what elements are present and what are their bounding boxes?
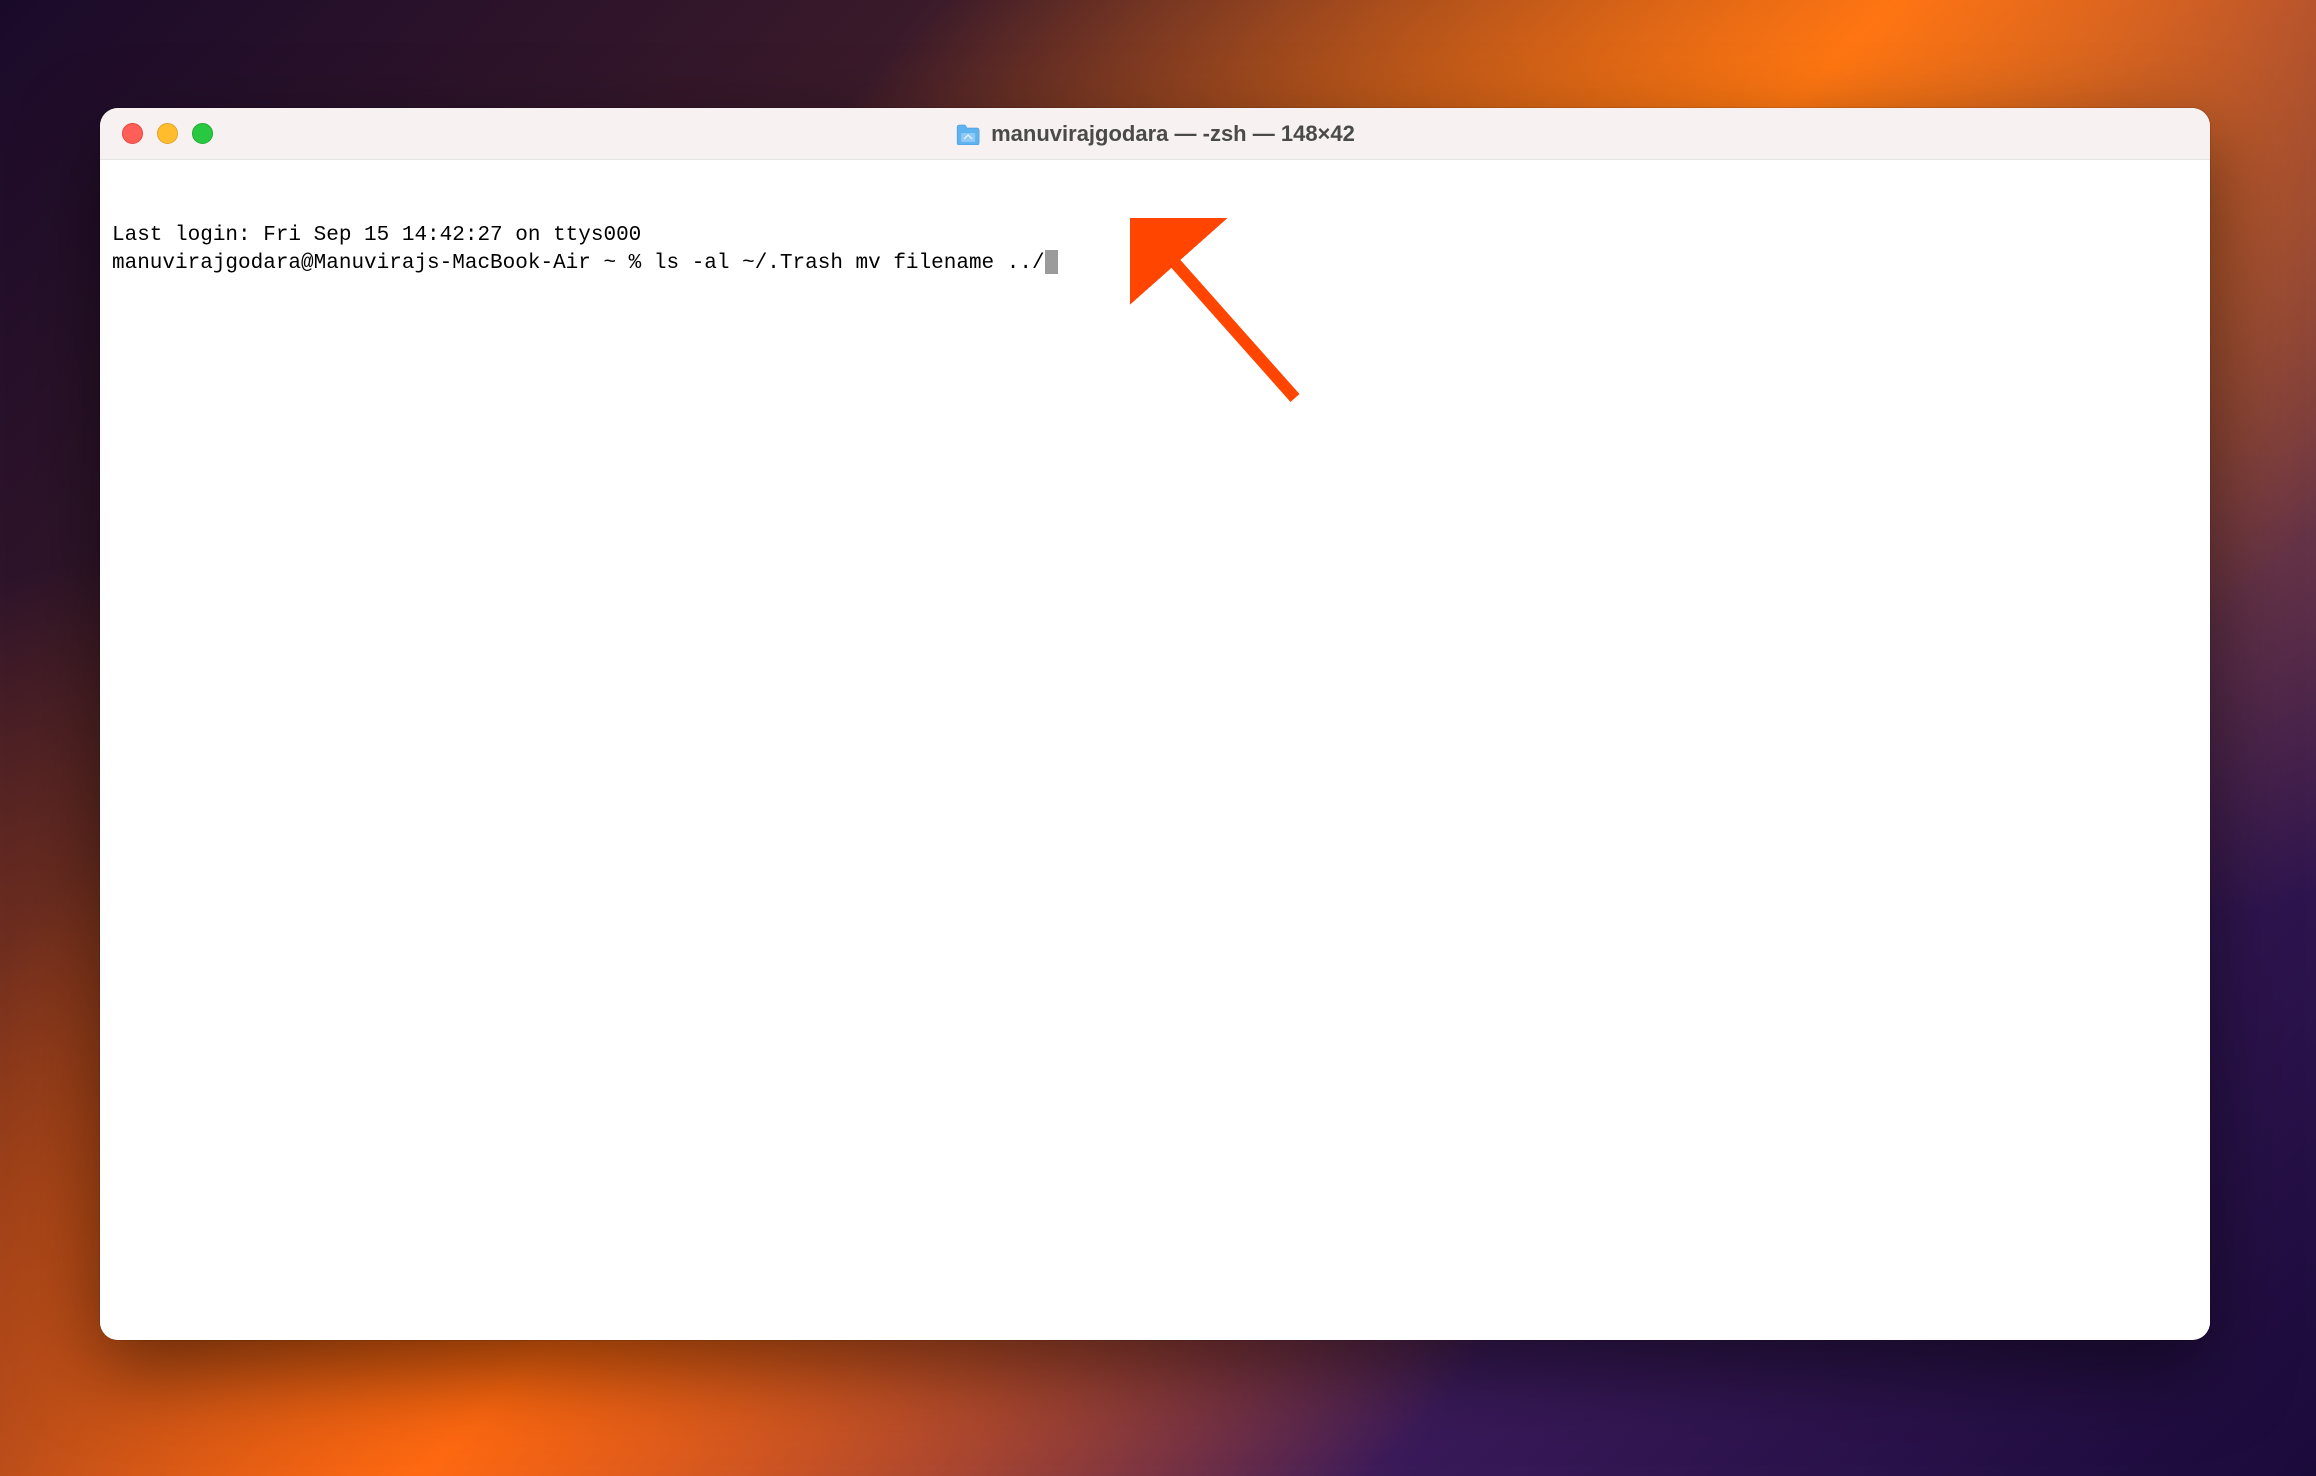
close-button[interactable]	[122, 123, 143, 144]
title-content: manuvirajgodara — -zsh — 148×42	[955, 121, 1355, 147]
home-folder-icon	[955, 123, 981, 145]
window-title: manuvirajgodara — -zsh — 148×42	[991, 121, 1355, 147]
maximize-button[interactable]	[192, 123, 213, 144]
traffic-lights	[100, 123, 213, 144]
minimize-button[interactable]	[157, 123, 178, 144]
terminal-body[interactable]: Last login: Fri Sep 15 14:42:27 on ttys0…	[100, 160, 2210, 1340]
shell-prompt: manuvirajgodara@Manuvirajs-MacBook-Air ~…	[112, 250, 654, 278]
command-input[interactable]: ls -al ~/.Trash mv filename ../	[654, 250, 1045, 278]
terminal-window: manuvirajgodara — -zsh — 148×42 Last log…	[100, 108, 2210, 1340]
last-login-line: Last login: Fri Sep 15 14:42:27 on ttys0…	[112, 222, 2198, 250]
terminal-cursor	[1045, 250, 1058, 274]
window-titlebar[interactable]: manuvirajgodara — -zsh — 148×42	[100, 108, 2210, 160]
prompt-line: manuvirajgodara@Manuvirajs-MacBook-Air ~…	[112, 250, 2198, 278]
